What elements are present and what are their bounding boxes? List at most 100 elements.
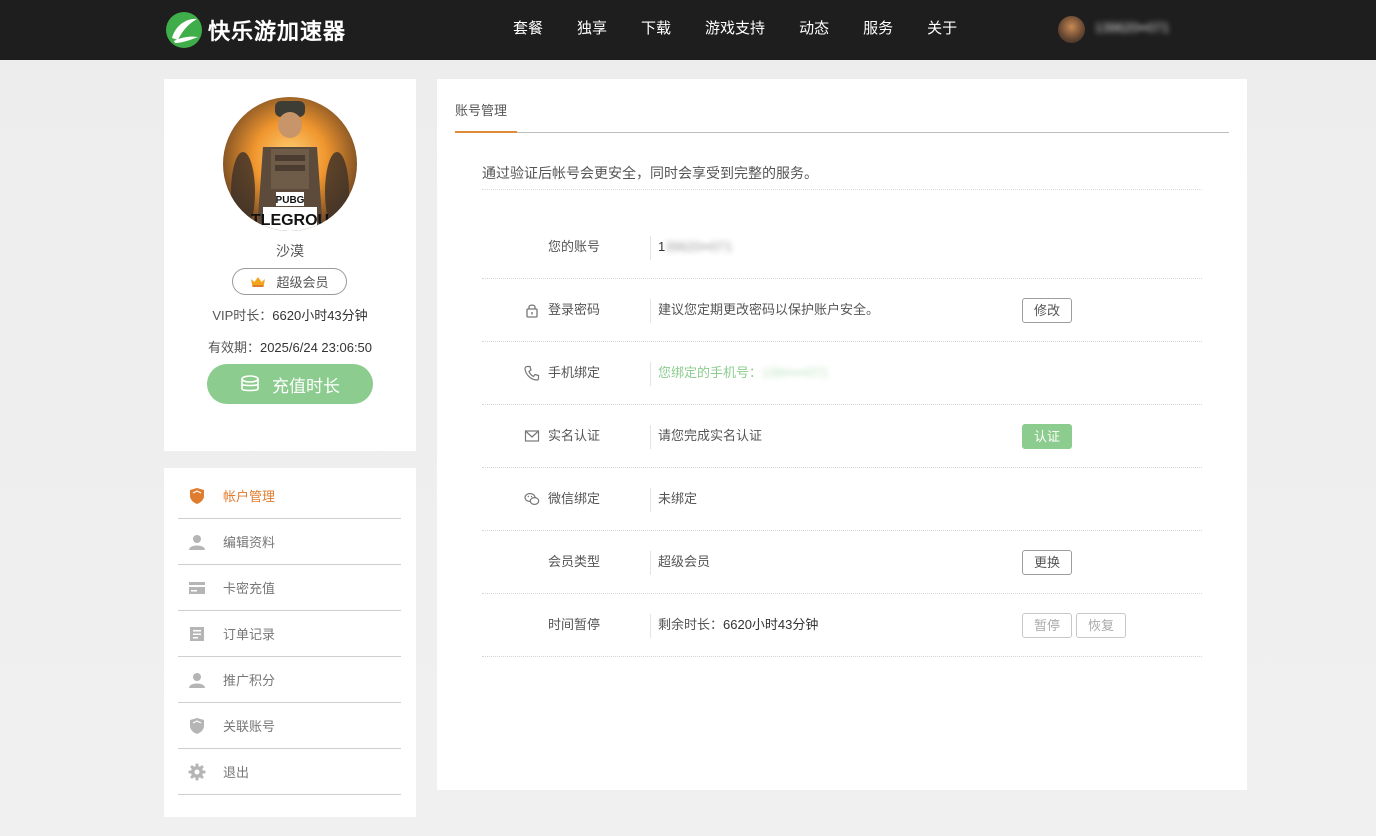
recharge-button[interactable]: 充值时长 bbox=[207, 364, 373, 404]
wechat-icon bbox=[524, 492, 540, 506]
nav-about[interactable]: 关于 bbox=[910, 0, 974, 60]
list-icon bbox=[187, 624, 207, 644]
row-time-pause: 时间暂停 剩余时长：6620小时43分钟 暂停 恢复 bbox=[482, 594, 1202, 657]
nav-download[interactable]: 下载 bbox=[624, 0, 688, 60]
divider bbox=[650, 299, 651, 323]
menu-edit-profile[interactable]: 编辑资料 bbox=[178, 519, 401, 565]
member-type-value: 超级会员 bbox=[658, 554, 711, 569]
brand-logo[interactable]: 快乐游加速器 bbox=[166, 12, 346, 48]
nav-service[interactable]: 服务 bbox=[846, 0, 910, 60]
divider bbox=[650, 614, 651, 638]
remaining-value: 6620小时43分钟 bbox=[723, 617, 819, 632]
account-masked: 39620••071 bbox=[665, 239, 733, 254]
password-hint: 建议您定期更改密码以保护账户安全。 bbox=[658, 302, 880, 317]
row-label: 您的账号 bbox=[548, 239, 601, 254]
phone-binding-value: 您绑定的手机号：139•••••071 bbox=[658, 342, 828, 404]
nav-news[interactable]: 动态 bbox=[782, 0, 846, 60]
resume-button[interactable]: 恢复 bbox=[1076, 613, 1126, 638]
username-masked[interactable]: 139620••071 bbox=[1095, 20, 1187, 36]
row-label: 实名认证 bbox=[548, 428, 601, 443]
coins-icon bbox=[241, 375, 259, 392]
avatar-badge-text: PUBG bbox=[276, 195, 305, 206]
expiry-value: 2025/6/24 23:06:50 bbox=[259, 340, 373, 355]
phone-masked: 139•••••071 bbox=[762, 365, 829, 380]
nav-game-support[interactable]: 游戏支持 bbox=[688, 0, 782, 60]
row-member-type: 会员类型 超级会员 更换 bbox=[482, 531, 1202, 594]
verification-hint: 请您完成实名认证 bbox=[658, 428, 763, 443]
tab-account-management[interactable]: 账号管理 bbox=[455, 100, 507, 119]
profile-avatar: PUBG TLEGROU bbox=[223, 97, 357, 231]
expiry-date: 有效期：2025/6/24 23:06:50 bbox=[164, 337, 416, 356]
shield-icon bbox=[187, 716, 207, 736]
menu-card-recharge[interactable]: 卡密充值 bbox=[178, 565, 401, 611]
menu-label: 退出 bbox=[223, 765, 250, 780]
menu-label: 关联账号 bbox=[223, 719, 276, 734]
verify-button[interactable]: 认证 bbox=[1022, 424, 1072, 449]
brand-name: 快乐游加速器 bbox=[208, 19, 347, 44]
change-member-type-button[interactable]: 更换 bbox=[1022, 550, 1072, 575]
wechat-status: 未绑定 bbox=[658, 491, 698, 506]
tab-bar: 账号管理 bbox=[455, 79, 1229, 133]
menu-promotion-points[interactable]: 推广积分 bbox=[178, 657, 401, 703]
row-label: 时间暂停 bbox=[548, 617, 601, 632]
phone-icon bbox=[524, 365, 540, 381]
user-icon bbox=[187, 670, 207, 690]
divider bbox=[650, 236, 651, 260]
menu-logout[interactable]: 退出 bbox=[178, 749, 401, 795]
lock-icon bbox=[526, 304, 538, 318]
menu-label: 卡密充值 bbox=[223, 581, 276, 596]
crown-icon bbox=[251, 276, 266, 287]
main-nav: 套餐 独享 下载 游戏支持 动态 服务 关于 bbox=[496, 0, 974, 60]
phone-label: 您绑定的手机号： bbox=[658, 365, 763, 380]
menu-linked-accounts[interactable]: 关联账号 bbox=[178, 703, 401, 749]
vip-badge: 超级会员 bbox=[232, 268, 347, 295]
vip-badge-label: 超级会员 bbox=[276, 275, 329, 290]
vip-duration-label: VIP时长： bbox=[212, 308, 273, 323]
row-label: 会员类型 bbox=[548, 554, 601, 569]
row-login-password: 登录密码 建议您定期更改密码以保护账户安全。 修改 bbox=[482, 279, 1202, 342]
divider bbox=[650, 488, 651, 512]
menu-label: 帐户管理 bbox=[223, 489, 276, 504]
user-icon bbox=[187, 532, 207, 552]
mail-icon bbox=[524, 430, 540, 442]
remaining-label: 剩余时长： bbox=[658, 617, 724, 632]
row-label: 微信绑定 bbox=[548, 491, 601, 506]
row-real-name-verification: 实名认证 请您完成实名认证 认证 bbox=[482, 405, 1202, 468]
row-label: 登录密码 bbox=[548, 302, 601, 317]
account-value: 139620••071 bbox=[658, 216, 732, 278]
remaining-time: 剩余时长：6620小时43分钟 bbox=[658, 594, 818, 656]
menu-label: 订单记录 bbox=[223, 627, 276, 642]
recharge-label: 充值时长 bbox=[272, 376, 340, 396]
change-password-button[interactable]: 修改 bbox=[1022, 298, 1072, 323]
nav-exclusive[interactable]: 独享 bbox=[560, 0, 624, 60]
nickname: 沙漠 bbox=[276, 243, 304, 259]
profile-card: PUBG TLEGROU 沙漠 超级会员 VIP时长：6620小时43分钟 有效… bbox=[164, 79, 416, 451]
vip-duration: VIP时长：6620小时43分钟 bbox=[164, 305, 416, 324]
expiry-label: 有效期： bbox=[207, 340, 260, 355]
menu-label: 编辑资料 bbox=[223, 535, 276, 550]
menu-account-management[interactable]: 帐户管理 bbox=[178, 473, 401, 519]
gear-icon bbox=[187, 762, 207, 782]
tab-active-indicator bbox=[455, 131, 517, 133]
avatar-caption-text: TLEGROU bbox=[251, 212, 329, 229]
divider bbox=[650, 425, 651, 449]
pause-button[interactable]: 暂停 bbox=[1022, 613, 1072, 638]
divider bbox=[650, 362, 651, 386]
vip-duration-value: 6620小时43分钟 bbox=[272, 308, 368, 323]
divider bbox=[482, 189, 1202, 190]
top-navigation-bar: 快乐游加速器 套餐 独享 下载 游戏支持 动态 服务 关于 139620••07… bbox=[0, 0, 1376, 60]
row-account: 您的账号 139620••071 bbox=[482, 216, 1202, 279]
divider bbox=[650, 551, 651, 575]
nav-packages[interactable]: 套餐 bbox=[496, 0, 560, 60]
security-notice: 通过验证后帐号会更安全，同时会享受到完整的服务。 bbox=[482, 165, 818, 181]
menu-order-records[interactable]: 订单记录 bbox=[178, 611, 401, 657]
account-side-menu: 帐户管理 编辑资料 卡密充值 订单记录 推广积分 关联账号 退出 bbox=[164, 468, 416, 817]
leaf-logo-icon bbox=[166, 12, 202, 48]
row-phone-binding: 手机绑定 您绑定的手机号：139•••••071 bbox=[482, 342, 1202, 405]
card-icon bbox=[187, 578, 207, 598]
account-management-panel: 账号管理 通过验证后帐号会更安全，同时会享受到完整的服务。 您的账号 13962… bbox=[437, 79, 1247, 790]
row-wechat-binding: 微信绑定 未绑定 bbox=[482, 468, 1202, 531]
user-avatar-icon[interactable] bbox=[1058, 16, 1085, 43]
shield-icon bbox=[187, 486, 207, 506]
menu-label: 推广积分 bbox=[223, 673, 276, 688]
